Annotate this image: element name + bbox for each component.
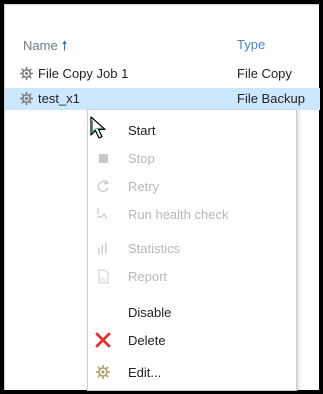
job-gear-icon [19,66,34,81]
menu-item-stop[interactable]: Stop [88,146,296,170]
retry-icon [97,179,110,192]
delete-icon [95,332,111,348]
column-header-name[interactable]: Name 🠕 [23,37,67,59]
menu-item-label: Statistics [128,241,181,256]
table-row[interactable]: File Copy Job 1 File Copy [5,63,320,85]
menu-item-edit[interactable]: Edit... [88,360,296,384]
menu-item-disable[interactable]: Disable [88,300,296,324]
menu-item-label: Run health check [128,207,229,222]
job-name: test_x1 [38,91,80,106]
mouse-pointer-icon [90,116,106,139]
health-check-icon [97,208,108,220]
menu-item-label: Stop [128,151,155,166]
menu-item-statistics[interactable]: Statistics [88,236,296,260]
menu-item-label: Disable [128,305,172,320]
sort-ascending-icon: 🠕 [61,38,68,53]
column-header-name-label: Name [23,38,58,53]
menu-item-label: Delete [128,333,166,348]
menu-item-run-health-check[interactable]: Run health check [88,202,296,226]
table-row-selected[interactable]: test_x1 File Backup [5,88,320,110]
job-gear-icon [19,91,34,106]
stop-icon [99,154,108,163]
context-menu: Start Stop Retry Run health check Statis… [87,109,297,391]
menu-item-report[interactable]: Report [88,264,296,288]
menu-item-label: Retry [128,179,160,194]
statistics-icon [98,243,107,254]
job-type: File Backup [237,91,305,106]
menu-item-retry[interactable]: Retry [88,174,296,198]
column-header-type[interactable]: Type [237,37,265,52]
menu-item-label: Start [128,123,156,138]
jobs-window: Name 🠕 Type File Copy Job 1 File Copy te… [4,4,320,391]
job-name: File Copy Job 1 [38,66,129,81]
job-type: File Copy [237,66,292,81]
menu-item-label: Report [128,269,168,284]
edit-gear-icon [96,365,110,379]
report-icon [98,269,109,284]
menu-item-start[interactable]: Start [88,118,296,142]
menu-item-delete[interactable]: Delete [88,328,296,352]
menu-item-label: Edit... [128,365,162,380]
